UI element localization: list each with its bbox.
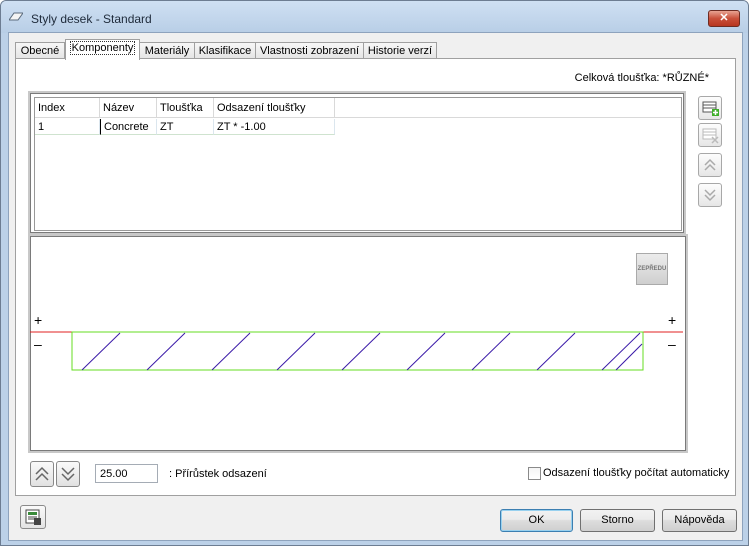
double-chevron-up-icon bbox=[35, 466, 49, 481]
hatch-line bbox=[276, 332, 316, 371]
dialog-client: Obecné Komponenty Materiály Klasifikace … bbox=[8, 32, 743, 541]
ok-button[interactable]: OK bbox=[500, 509, 573, 532]
total-thickness-label: Celková tloušťka: *RŮZNÉ* bbox=[574, 72, 709, 84]
cell-thickness[interactable]: ZT bbox=[157, 119, 214, 135]
cell-offset[interactable]: ZT * -1.00 bbox=[214, 119, 335, 135]
close-icon: ✕ bbox=[719, 12, 729, 24]
move-down-icon bbox=[704, 189, 716, 202]
minus-marker-right: – bbox=[668, 336, 676, 352]
hatch-line bbox=[471, 332, 511, 371]
column-header-name[interactable]: Název bbox=[100, 98, 157, 118]
offset-up-button[interactable] bbox=[30, 461, 54, 487]
auto-offset-checkbox[interactable] bbox=[528, 467, 541, 480]
cell-name[interactable]: Concrete bbox=[100, 119, 157, 135]
hatch-line bbox=[146, 332, 186, 371]
dialog-window: Styly desek - Standard ✕ Obecné Komponen… bbox=[0, 0, 749, 546]
minus-marker-left: – bbox=[34, 336, 42, 352]
move-up-button[interactable] bbox=[698, 153, 722, 177]
move-up-icon bbox=[704, 158, 716, 171]
grid-header: Index Název Tloušťka Odsazení tloušťky bbox=[35, 98, 681, 118]
components-grid[interactable]: Index Název Tloušťka Odsazení tloušťky 1… bbox=[28, 91, 686, 235]
offset-controls: 25.00 : Přírůstek odsazení Odsazení tlou… bbox=[22, 461, 738, 487]
hatch-line bbox=[81, 332, 121, 371]
hatch-line bbox=[341, 332, 381, 371]
column-header-index[interactable]: Index bbox=[35, 98, 100, 118]
offset-down-button[interactable] bbox=[56, 461, 80, 487]
hatch-line bbox=[615, 343, 643, 371]
window-title: Styly desek - Standard bbox=[31, 12, 152, 26]
column-header-thickness[interactable]: Tloušťka bbox=[157, 98, 214, 118]
plus-marker-right: + bbox=[668, 312, 677, 328]
cancel-button[interactable]: Storno bbox=[580, 509, 655, 532]
table-row[interactable]: 1 Concrete ZT ZT * -1.00 bbox=[35, 119, 335, 135]
plus-marker-left: + bbox=[34, 312, 43, 328]
slab-outline bbox=[71, 331, 644, 371]
auto-offset-label[interactable]: Odsazení tloušťky počítat automaticky bbox=[543, 467, 729, 479]
slab-section-drawing bbox=[30, 331, 683, 371]
slab-hatch bbox=[81, 332, 643, 371]
slab-preview: ZEPŘEDU + – + – bbox=[28, 234, 688, 453]
add-component-button[interactable] bbox=[698, 96, 722, 120]
style-manager-icon bbox=[25, 509, 41, 525]
column-header-offset[interactable]: Odsazení tloušťky bbox=[214, 98, 335, 118]
style-manager-button[interactable] bbox=[20, 505, 46, 529]
double-chevron-down-icon bbox=[61, 467, 75, 482]
tab-panel-komponenty: Celková tloušťka: *RŮZNÉ* Index Název Tl… bbox=[15, 58, 736, 496]
cell-index[interactable]: 1 bbox=[35, 119, 100, 135]
delete-component-icon bbox=[702, 128, 719, 144]
help-button[interactable]: Nápověda bbox=[662, 509, 737, 532]
hatch-line bbox=[406, 332, 446, 371]
delete-component-button[interactable] bbox=[698, 123, 722, 147]
close-button[interactable]: ✕ bbox=[708, 10, 740, 27]
slab-style-icon bbox=[9, 12, 23, 21]
hatch-line bbox=[536, 332, 576, 371]
add-component-icon bbox=[702, 101, 719, 116]
title-bar[interactable]: Styly desek - Standard ✕ bbox=[1, 1, 748, 33]
hatch-line bbox=[211, 332, 251, 371]
offset-increment-label: : Přírůstek odsazení bbox=[169, 468, 267, 480]
tab-komponenty[interactable]: Komponenty bbox=[65, 39, 140, 60]
move-down-button[interactable] bbox=[698, 183, 722, 207]
offset-increment-input[interactable]: 25.00 bbox=[95, 464, 158, 483]
